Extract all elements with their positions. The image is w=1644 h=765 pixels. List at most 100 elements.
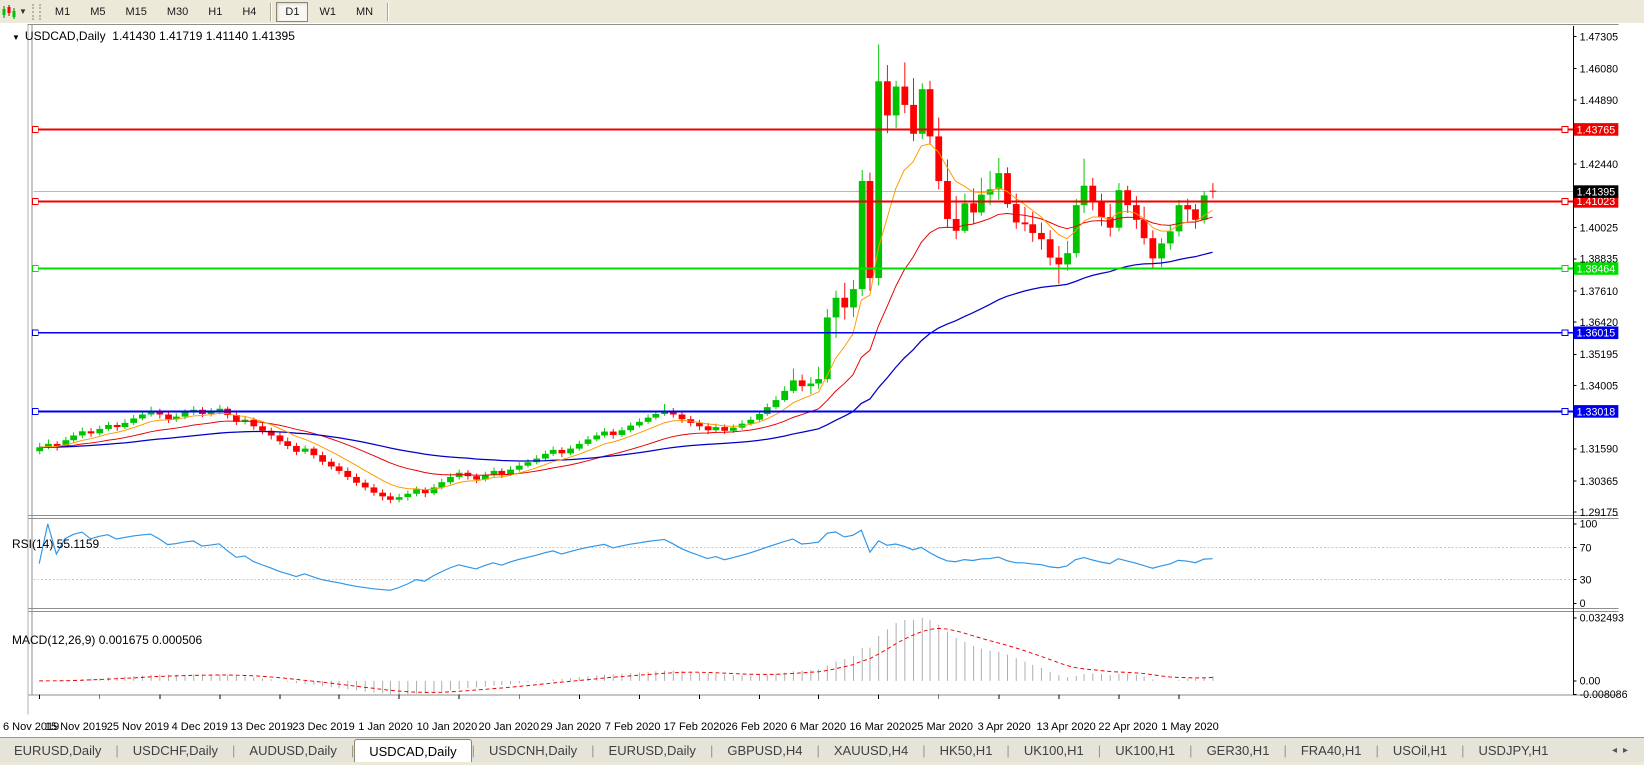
chart-tab-gbpusd-h4[interactable]: GBPUSD,H4 (713, 738, 816, 762)
hline-handle[interactable] (32, 127, 38, 133)
candle (901, 87, 908, 105)
candle (114, 425, 121, 427)
timeframe-button-d1[interactable]: D1 (276, 2, 308, 22)
candle (362, 483, 369, 488)
hline-handle[interactable] (1562, 127, 1568, 133)
date-label: 1 Jan 2020 (358, 721, 412, 733)
chevron-down-icon[interactable]: ▼ (19, 7, 27, 16)
candle (867, 181, 874, 278)
candle (105, 425, 112, 429)
tab-scroll-right-icon[interactable]: ▸ (1623, 745, 1634, 756)
timeframe-button-m30[interactable]: M30 (158, 2, 197, 22)
chart-tab-fra40-h1[interactable]: FRA40,H1 (1287, 738, 1376, 762)
candle (893, 87, 900, 116)
candle (790, 380, 797, 390)
chart-tab-usdchf-daily[interactable]: USDCHF,Daily (119, 738, 232, 762)
chart-canvas[interactable]: 1.437651.410231.384641.360151.330181.413… (0, 23, 1644, 737)
chart-tabs-bar: EURUSD,Daily|USDCHF,Daily|AUDUSD,Daily|U… (0, 737, 1644, 762)
chart-tab-xauusd-h4[interactable]: XAUUSD,H4 (820, 738, 922, 762)
candle (122, 423, 129, 427)
one-click-menu-icon[interactable]: ▼ (12, 33, 20, 42)
candle (1089, 186, 1096, 203)
candle (379, 493, 386, 497)
candle (773, 400, 780, 407)
price-tick-label: 1.40025 (1580, 222, 1619, 234)
chart-tab-usdcnh-daily[interactable]: USDCNH,Daily (475, 738, 591, 762)
timeframe-button-w1[interactable]: W1 (310, 2, 345, 22)
candle (576, 444, 583, 449)
candle (1184, 205, 1191, 209)
candle (919, 89, 926, 134)
price-tick-label: 1.47305 (1580, 31, 1619, 43)
candle (302, 449, 309, 452)
date-label: 25 Nov 2019 (107, 721, 169, 733)
date-label: 22 Apr 2020 (1098, 721, 1157, 733)
timeframe-button-m15[interactable]: M15 (116, 2, 155, 22)
chart-tab-usdjpy-h1[interactable]: USDJPY,H1 (1465, 738, 1563, 762)
candle (516, 466, 523, 470)
candle (525, 462, 532, 465)
candle (1192, 209, 1199, 219)
candle (344, 471, 351, 477)
hline-handle[interactable] (32, 266, 38, 272)
candle (130, 418, 137, 422)
timeframe-button-m5[interactable]: M5 (81, 2, 114, 22)
tab-scroll-arrows[interactable]: ◂▸ (1612, 738, 1644, 762)
chart-tab-hk50-h1[interactable]: HK50,H1 (926, 738, 1007, 762)
chart-tab-audusd-daily[interactable]: AUDUSD,Daily (235, 738, 350, 762)
candle (139, 414, 146, 418)
macd-indicator-label: MACD(12,26,9) 0.001675 0.000506 (12, 633, 202, 647)
hline-handle[interactable] (32, 408, 38, 414)
candle (610, 432, 617, 435)
timeframe-group: D1W1MN (275, 2, 383, 22)
chart-tab-uk100-h1[interactable]: UK100,H1 (1010, 738, 1098, 762)
tab-scroll-left-icon[interactable]: ◂ (1612, 745, 1623, 756)
hline-handle[interactable] (32, 198, 38, 204)
macd-tick-label: 0.032493 (1580, 613, 1624, 625)
candle (336, 466, 343, 470)
timeframe-button-m1[interactable]: M1 (46, 2, 79, 22)
chart-tab-usoil-h1[interactable]: USOil,H1 (1379, 738, 1461, 762)
date-label: 7 Feb 2020 (605, 721, 661, 733)
candle (473, 476, 480, 479)
timeframe-button-h1[interactable]: H1 (199, 2, 231, 22)
candle (498, 471, 505, 474)
price-tick-label: 1.35195 (1580, 349, 1619, 361)
hline-handle[interactable] (1562, 408, 1568, 414)
hline-handle[interactable] (1562, 330, 1568, 336)
candle (645, 418, 652, 422)
candle (1038, 233, 1045, 239)
timeframe-button-h4[interactable]: H4 (233, 2, 265, 22)
rsi-tick-label: 70 (1580, 543, 1592, 555)
chart-tab-uk100-h1[interactable]: UK100,H1 (1101, 738, 1189, 762)
chart-title: ▼USDCAD,Daily 1.41430 1.41719 1.41140 1.… (12, 29, 295, 43)
chart-tab-eurusd-daily[interactable]: EURUSD,Daily (595, 738, 710, 762)
candle (250, 420, 257, 427)
candle (1047, 239, 1054, 257)
chart-tab-ger30-h1[interactable]: GER30,H1 (1193, 738, 1284, 762)
candle (558, 450, 565, 453)
rsi-indicator-label: RSI(14) 55.1159 (12, 537, 99, 551)
chart-symbol-period: USDCAD,Daily (25, 29, 106, 43)
candle (319, 455, 326, 462)
hline-handle[interactable] (32, 330, 38, 336)
price-tick-label: 1.37610 (1580, 286, 1619, 298)
timeframe-button-mn[interactable]: MN (347, 2, 382, 22)
candlestick-chart-icon[interactable] (0, 3, 18, 21)
toolbar-grip[interactable] (32, 4, 41, 20)
candle (721, 427, 728, 431)
timeframe-group: M1M5M15M30H1H4 (45, 2, 267, 22)
candle (833, 298, 840, 318)
hline-handle[interactable] (1562, 198, 1568, 204)
price-tick-label: 1.36420 (1580, 317, 1619, 329)
hline-handle[interactable] (1562, 266, 1568, 272)
candle (585, 439, 592, 443)
chart-tab-usdcad-daily[interactable]: USDCAD,Daily (354, 739, 471, 762)
candle (1201, 195, 1208, 219)
candle (619, 430, 626, 435)
hline-price-label-text: 1.36015 (1577, 328, 1616, 340)
chart-tab-eurusd-daily[interactable]: EURUSD,Daily (0, 738, 115, 762)
candle (799, 380, 806, 386)
candle (944, 181, 951, 219)
chart-tabs: EURUSD,Daily|USDCHF,Daily|AUDUSD,Daily|U… (0, 738, 1562, 762)
